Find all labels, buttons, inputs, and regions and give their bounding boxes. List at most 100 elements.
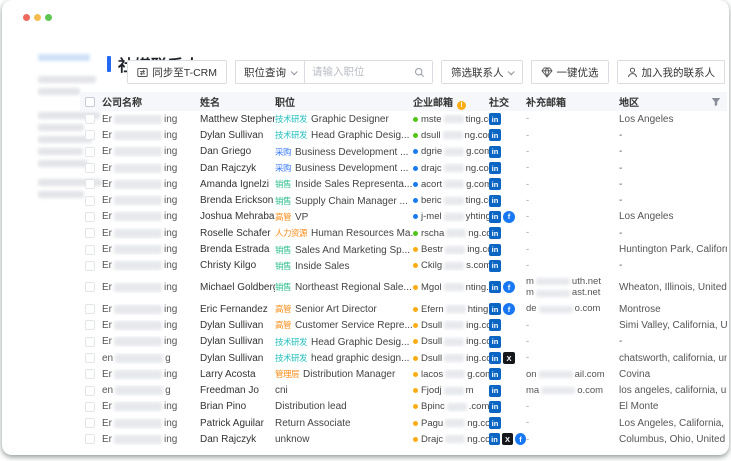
- linkedin-icon[interactable]: in: [489, 195, 501, 207]
- table-row[interactable]: Ering Brenda Estrada 销售Sales And Marketi…: [80, 241, 727, 257]
- row-checkbox[interactable]: [85, 434, 95, 444]
- linkedin-icon[interactable]: in: [489, 244, 501, 256]
- table-row[interactable]: Ering Joshua Mehraban 高管VP j-melyhting..…: [80, 209, 727, 225]
- table-row[interactable]: Ering Dan Rajczyk unknow Drajcng.com inX…: [80, 431, 727, 447]
- linkedin-icon[interactable]: in: [489, 281, 501, 293]
- linkedin-icon[interactable]: in: [489, 178, 501, 190]
- email-info-icon[interactable]: !: [457, 101, 466, 110]
- region-cell: -: [619, 163, 727, 174]
- email-status-dot: [413, 404, 418, 409]
- linkedin-icon[interactable]: in: [489, 336, 501, 348]
- email-status-dot: [413, 437, 418, 442]
- filter-funnel-icon[interactable]: [711, 97, 721, 107]
- job-search-field: [305, 60, 433, 84]
- linkedin-icon[interactable]: in: [489, 352, 501, 364]
- table-row[interactable]: eng Dylan Sullivan 技术研发head graphic desi…: [80, 350, 727, 366]
- x-icon[interactable]: X: [502, 433, 513, 445]
- table-row[interactable]: Ering Eric Fernandez 高管Senior Art Direct…: [80, 301, 727, 317]
- col-company: 公司名称: [102, 94, 200, 109]
- company-cell: Ering: [102, 336, 200, 347]
- linkedin-icon[interactable]: in: [489, 368, 501, 380]
- row-checkbox[interactable]: [85, 163, 95, 173]
- row-checkbox[interactable]: [85, 261, 95, 271]
- linkedin-icon[interactable]: in: [489, 303, 501, 315]
- table-row[interactable]: Ering Dan Griego 采购Business Development …: [80, 144, 727, 160]
- table-row[interactable]: Ering Dylan Sullivan 技术研发Head Graphic De…: [80, 127, 727, 143]
- sidebar-item-redacted[interactable]: [38, 148, 83, 155]
- sidebar-item-redacted[interactable]: [38, 76, 96, 83]
- add-to-my-contacts-button[interactable]: 加入我的联系人: [617, 60, 726, 84]
- sidebar-item-redacted[interactable]: [38, 191, 84, 198]
- row-checkbox[interactable]: [85, 386, 95, 396]
- row-checkbox[interactable]: [85, 212, 95, 222]
- redacted-email-text: [444, 213, 464, 221]
- x-icon[interactable]: X: [503, 352, 515, 364]
- facebook-icon[interactable]: f: [503, 281, 515, 293]
- row-checkbox[interactable]: [85, 337, 95, 347]
- table-row[interactable]: Ering Larry Acosta 管理层Distribution Manag…: [80, 366, 727, 382]
- linkedin-icon[interactable]: in: [489, 227, 501, 239]
- region-cell: Los Angeles: [619, 211, 727, 222]
- close-button[interactable]: [23, 14, 30, 21]
- linkedin-icon[interactable]: in: [489, 162, 501, 174]
- linkedin-icon[interactable]: in: [489, 417, 501, 429]
- table-row[interactable]: Ering Brenda Erickson Pe 销售Supply Chain …: [80, 192, 727, 208]
- sidebar-item-active-redacted[interactable]: [38, 54, 90, 61]
- row-checkbox[interactable]: [85, 147, 95, 157]
- row-checkbox[interactable]: [85, 418, 95, 428]
- table-row[interactable]: Ering Dylan Sullivan 技术研发Head Graphic De…: [80, 334, 727, 350]
- redacted-email-text: [447, 403, 467, 411]
- linkedin-icon[interactable]: in: [489, 401, 501, 413]
- row-checkbox[interactable]: [85, 369, 95, 379]
- table-row[interactable]: Ering Patrick Aguilar Return Associate P…: [80, 415, 727, 431]
- table-row[interactable]: Ering Dan Rajczyk 采购Business Development…: [80, 160, 727, 176]
- extra-email-cell: -: [526, 334, 619, 350]
- facebook-icon[interactable]: f: [503, 211, 515, 223]
- table-row[interactable]: Ering Dylan Sullivan 高管Customer Service …: [80, 317, 727, 333]
- one-click-optimize-button[interactable]: 一键优选: [531, 60, 609, 84]
- row-checkbox[interactable]: [85, 196, 95, 206]
- table-row[interactable]: Ering Christy Kilgo 销售Inside Sales Ckilg…: [80, 258, 727, 274]
- row-checkbox[interactable]: [85, 282, 95, 292]
- row-checkbox[interactable]: [85, 228, 95, 238]
- row-checkbox[interactable]: [85, 353, 95, 363]
- table-row[interactable]: Ering Brian Pino Distribution lead Bpinc…: [80, 399, 727, 415]
- job-category-tag: 销售: [275, 282, 291, 292]
- row-checkbox[interactable]: [85, 179, 95, 189]
- table-row[interactable]: eng Freedman Jo cni Fjodjm in mao.com lo…: [80, 382, 727, 398]
- table-row[interactable]: Ering Michael Goldberg 销售Northeast Regio…: [80, 274, 727, 301]
- linkedin-icon[interactable]: in: [489, 113, 501, 125]
- linkedin-icon[interactable]: in: [489, 129, 501, 141]
- search-icon[interactable]: [414, 67, 425, 78]
- sidebar-item-redacted[interactable]: [38, 124, 84, 131]
- row-checkbox[interactable]: [85, 304, 95, 314]
- region-cell: Los Angeles, California, Un...: [619, 418, 727, 429]
- table-row[interactable]: Ering Matthew Stephen 技术研发Graphic Design…: [80, 111, 727, 127]
- linkedin-icon[interactable]: in: [489, 385, 501, 397]
- row-checkbox[interactable]: [85, 402, 95, 412]
- minimize-button[interactable]: [34, 14, 41, 21]
- facebook-icon[interactable]: f: [515, 433, 526, 445]
- zoom-button[interactable]: [45, 14, 52, 21]
- row-checkbox[interactable]: [85, 114, 95, 124]
- row-checkbox[interactable]: [85, 245, 95, 255]
- sidebar-item-redacted[interactable]: [38, 88, 80, 95]
- linkedin-icon[interactable]: in: [489, 146, 501, 158]
- extra-email-cell: -: [526, 225, 619, 241]
- region-cell: chatsworth, california, unit...: [619, 353, 727, 364]
- linkedin-icon[interactable]: in: [489, 433, 500, 445]
- job-filter-select[interactable]: 职位查询: [235, 60, 305, 84]
- contact-name: Dylan Sullivan: [200, 353, 275, 364]
- table-row[interactable]: Ering Roselle Schafer 人力资源Human Resource…: [80, 225, 727, 241]
- row-checkbox[interactable]: [85, 130, 95, 140]
- filter-contacts-select[interactable]: 筛选联系人: [441, 60, 523, 84]
- facebook-icon[interactable]: f: [503, 303, 515, 315]
- table-row[interactable]: Ering Amanda Ignelzi 销售Inside Sales Repr…: [80, 176, 727, 192]
- row-checkbox[interactable]: [85, 320, 95, 330]
- sync-to-tcrm-button[interactable]: 同步至T-CRM: [127, 60, 227, 84]
- linkedin-icon[interactable]: in: [489, 260, 501, 272]
- linkedin-icon[interactable]: in: [489, 319, 501, 331]
- linkedin-icon[interactable]: in: [489, 211, 501, 223]
- job-search-input[interactable]: [312, 66, 414, 78]
- select-all-checkbox[interactable]: [85, 97, 95, 107]
